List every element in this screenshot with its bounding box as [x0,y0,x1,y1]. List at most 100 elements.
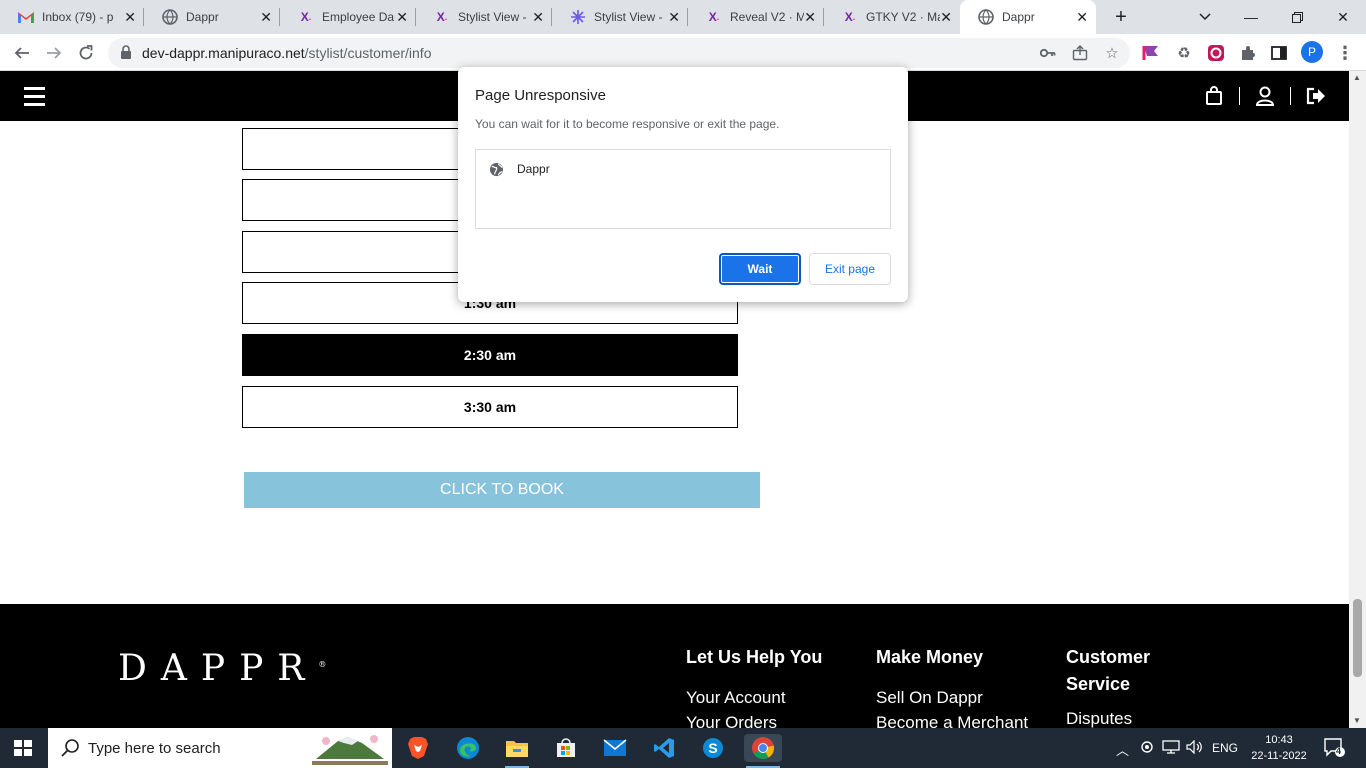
language-indicator[interactable]: ENG [1212,741,1238,755]
browser-toolbar: dev-dappr.manipuraco.net/stylist/custome… [0,34,1366,71]
url-host: dev-dappr.manipuraco.net [142,45,305,61]
extensions-puzzle-icon[interactable] [1237,42,1259,64]
profile-avatar[interactable]: P [1301,41,1323,63]
tab-title: Employee Da [322,10,395,24]
exit-page-button[interactable]: Exit page [809,253,891,285]
notification-center-icon[interactable]: 4 [1324,738,1346,761]
new-tab-button[interactable]: + [1098,0,1144,34]
shopping-bag-icon[interactable] [1203,85,1225,107]
footer-heading: Let Us Help You [686,647,823,667]
time-slot-selected[interactable]: 2:30 am [242,334,738,376]
close-icon[interactable]: ✕ [804,9,816,26]
tab-stylist-view[interactable]: X. Stylist View - ✕ [416,0,552,34]
close-icon[interactable]: ✕ [532,9,544,26]
flower-icon [570,9,586,25]
page-scrollbar[interactable]: ▲ ▼ [1349,71,1366,728]
windows-taskbar: Type here to search S ︿ ENG 10:43 22-11-… [0,728,1366,768]
chevron-down-icon [1199,13,1211,21]
close-icon[interactable]: ✕ [940,9,952,26]
mail-icon[interactable] [601,734,629,762]
footer-link-your-account[interactable]: Your Account [686,685,822,710]
search-placeholder: Type here to search [88,740,221,757]
bookmark-star-icon[interactable]: ☆ [1102,43,1122,63]
recycle-icon[interactable]: ♻ [1173,42,1195,64]
chevron-up-icon[interactable]: ︿ [1116,740,1129,759]
tab-reveal[interactable]: X. Reveal V2 · M ✕ [688,0,824,34]
file-explorer-icon[interactable] [503,734,531,768]
restore-icon [1291,11,1303,23]
scroll-up-icon[interactable]: ▲ [1353,73,1361,82]
url-text[interactable]: dev-dappr.manipuraco.net/stylist/custome… [142,45,432,61]
clock-time: 10:43 [1265,734,1293,746]
click-to-book-button[interactable]: CLICK TO BOOK [244,472,760,508]
extension-circle-icon[interactable] [1205,42,1227,64]
tab-title: Dappr [186,10,219,24]
tab-stylist-view-2[interactable]: Stylist View - ✕ [552,0,688,34]
system-clock[interactable]: 10:43 22-11-2022 [1248,732,1310,764]
tab-employee[interactable]: X. Employee Da ✕ [280,0,416,34]
tab-title: GTKY V2 · Ma [866,10,940,24]
more-menu-icon[interactable]: ⋮ [1334,42,1356,64]
extension-flag-icon[interactable] [1140,42,1162,64]
user-icon[interactable] [1254,85,1276,107]
tab-title: Inbox (79) - p [42,10,114,24]
address-bar[interactable]: dev-dappr.manipuraco.net/stylist/custome… [108,38,1130,68]
network-icon[interactable] [1162,740,1180,757]
arrow-left-icon [14,47,29,59]
footer-heading: Customer Service [1066,647,1151,694]
header-divider [1239,87,1240,105]
footer-link-sell-on-dappr[interactable]: Sell On Dappr [876,685,1028,710]
footer-column-money: Make Money Sell On Dappr Become a Mercha… [876,644,1028,735]
microsoft-store-icon[interactable] [552,734,580,762]
tab-title: Stylist View - [594,10,663,24]
chrome-browser-icon[interactable] [744,734,782,768]
close-icon[interactable]: ✕ [668,9,680,26]
meet-now-icon[interactable] [1140,740,1154,757]
tab-dappr[interactable]: Dappr ✕ [144,0,280,34]
side-panel-icon[interactable] [1268,42,1290,64]
vscode-icon[interactable] [650,734,678,762]
header-divider [1290,87,1291,105]
forward-button[interactable] [40,39,68,67]
edge-browser-icon[interactable] [454,734,482,762]
tab-inbox[interactable]: Inbox (79) - p ✕ [0,0,144,34]
dappr-logo[interactable]: DAPPR® [118,648,326,689]
scroll-down-icon[interactable]: ▼ [1353,716,1361,725]
hamburger-menu-icon[interactable] [24,87,45,106]
minimize-button[interactable]: — [1228,0,1274,34]
close-icon[interactable]: ✕ [1076,9,1088,26]
restore-button[interactable] [1274,0,1320,34]
tab-search-button[interactable] [1182,0,1228,34]
close-icon[interactable]: ✕ [396,9,408,26]
close-window-button[interactable]: ✕ [1320,0,1366,34]
registered-mark: ® [318,660,327,669]
key-icon[interactable] [1038,43,1058,63]
scrollbar-thumb[interactable] [1353,599,1362,677]
url-path: /stylist/customer/info [304,45,432,61]
x-logo-icon: X. [436,10,448,24]
unresponsive-page-name: Dappr [517,162,550,176]
volume-icon[interactable] [1186,739,1204,757]
time-slot[interactable]: 3:30 am [242,386,738,428]
site-footer: DAPPR® Let Us Help You Your Account Your… [0,604,1349,732]
close-icon[interactable]: ✕ [124,9,136,26]
logout-icon[interactable] [1305,85,1327,107]
brave-browser-icon[interactable] [404,734,432,762]
browser-tab-strip: Inbox (79) - p ✕ Dappr ✕ X. Employee Da … [0,0,1366,34]
reload-button[interactable] [72,39,100,67]
windows-start-icon[interactable] [14,740,32,756]
logo-text: DAPPR [118,648,319,689]
share-icon[interactable] [1070,43,1090,63]
close-icon[interactable]: ✕ [260,9,272,26]
skype-icon[interactable]: S [699,734,727,762]
notification-count: 4 [1336,746,1342,756]
x-logo-icon: X. [708,10,720,24]
dialog-message: You can wait for it to become responsive… [475,117,780,131]
lock-icon [120,45,132,64]
back-button[interactable] [8,39,36,67]
tab-gtky[interactable]: X. GTKY V2 · Ma ✕ [824,0,960,34]
wait-button[interactable]: Wait [719,253,801,285]
globe-icon [978,9,994,25]
tab-dappr-active[interactable]: Dappr ✕ [960,0,1096,34]
taskbar-search-box[interactable]: Type here to search [48,728,392,768]
